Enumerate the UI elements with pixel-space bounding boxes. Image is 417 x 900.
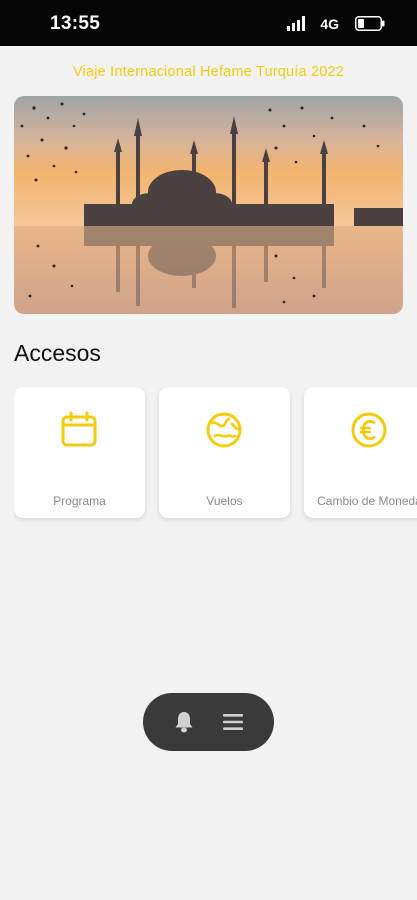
menu-icon[interactable] <box>223 714 243 730</box>
trip-title: Viaje Internacional Hefame Turquía 2022 <box>72 64 345 80</box>
globe-icon <box>206 412 242 448</box>
mosque-sunset-image <box>14 96 403 314</box>
accesos-carousel[interactable]: Programa Vuelos Cambio de Moneda <box>14 387 417 532</box>
euro-icon <box>351 412 387 448</box>
signal-icon <box>287 16 305 31</box>
network-label: 4G <box>320 16 339 32</box>
accesos-title: Accesos <box>14 340 101 366</box>
card-label: Programa <box>53 494 106 508</box>
card-label: Vuelos <box>206 494 243 508</box>
calendar-icon <box>61 411 97 447</box>
card-programa[interactable]: Programa <box>14 387 145 518</box>
card-vuelos[interactable]: Vuelos <box>159 387 290 518</box>
status-bar: 13:55 4G <box>0 0 417 46</box>
card-cambio-de-moneda[interactable]: Cambio de Moneda <box>304 387 417 518</box>
bell-icon[interactable] <box>174 711 194 733</box>
bottom-nav <box>143 693 274 751</box>
hero-banner <box>14 96 403 314</box>
battery-icon <box>355 16 385 31</box>
status-time: 13:55 <box>50 13 101 34</box>
card-label: Cambio de Moneda <box>317 494 417 508</box>
